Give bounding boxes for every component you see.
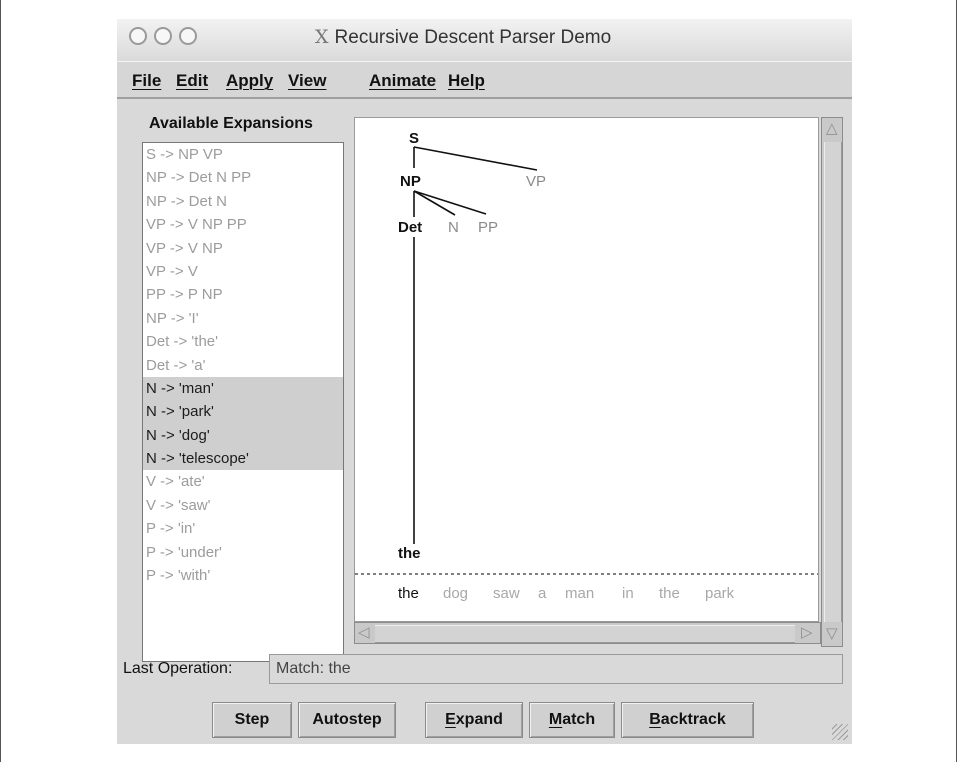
node-the[interactable]: the <box>398 545 421 562</box>
expansion-item[interactable]: P -> 'in' <box>143 517 343 540</box>
node-vp[interactable]: VP <box>526 173 546 190</box>
expansion-item[interactable]: V -> 'saw' <box>143 494 343 517</box>
scroll-down-arrow-icon[interactable]: ▽ <box>826 626 838 641</box>
sentence-word: in <box>622 585 634 602</box>
scroll-left-arrow-icon[interactable]: ◁ <box>358 625 370 640</box>
backtrack-mnemonic: B <box>649 711 661 728</box>
expansion-item[interactable]: N -> 'dog' <box>143 423 343 448</box>
menu-help[interactable]: Help <box>448 71 485 91</box>
expansion-item[interactable]: V -> 'ate' <box>143 470 343 493</box>
sentence-words: the dog saw a man in the park <box>398 585 735 602</box>
horizontal-scroll-thumb[interactable] <box>375 625 795 643</box>
expansion-item[interactable]: Det -> 'the' <box>143 330 343 353</box>
close-window-icon[interactable] <box>129 27 147 45</box>
expansion-item[interactable]: N -> 'telescope' <box>143 447 343 471</box>
expansion-item[interactable]: P -> 'under' <box>143 541 343 564</box>
vertical-scroll-thumb[interactable] <box>824 142 842 622</box>
node-pp[interactable]: PP <box>478 219 498 236</box>
expansions-list[interactable]: S -> NP VP NP -> Det N PP NP -> Det N VP ->… <box>142 142 344 662</box>
scroll-right-arrow-icon[interactable]: ▷ <box>801 625 813 640</box>
last-operation-label: Last Operation: <box>123 660 233 677</box>
node-det[interactable]: Det <box>398 219 422 236</box>
menu-view[interactable]: View <box>288 71 326 91</box>
match-button-label: Match <box>548 711 596 728</box>
x11-app-icon: X <box>315 26 329 48</box>
autostep-button[interactable]: Autostep <box>298 702 396 738</box>
backtrack-button[interactable]: Backtrack <box>621 702 754 738</box>
menu-edit[interactable]: Edit <box>176 71 208 91</box>
menu-file[interactable]: File <box>132 71 161 91</box>
parse-tree-canvas[interactable]: S NP VP Det N PP the the dog saw a man in the p… <box>354 117 819 622</box>
edge-s-vp <box>413 146 538 171</box>
menu-bar: File Edit Apply View Animate Help <box>117 61 852 99</box>
edge-np-n <box>413 190 456 216</box>
backtrack-button-label: Backtrack <box>649 711 726 728</box>
node-np[interactable]: NP <box>400 173 421 190</box>
expansion-item[interactable]: N -> 'park' <box>143 400 343 424</box>
expansion-item[interactable]: NP -> Det N <box>143 190 343 213</box>
node-s[interactable]: S <box>409 130 419 147</box>
node-n[interactable]: N <box>448 219 459 236</box>
sentence-word: the <box>659 585 680 602</box>
last-operation-field: Match: the <box>269 654 843 684</box>
expand-button-label: Expand <box>445 711 503 728</box>
match-button[interactable]: Match <box>529 702 615 738</box>
sentence-word: man <box>565 585 594 602</box>
expansion-item[interactable]: NP -> 'I' <box>143 307 343 330</box>
vertical-scrollbar[interactable]: △ ▽ <box>821 117 843 647</box>
autostep-button-label: Autostep <box>312 711 382 728</box>
expansion-item[interactable]: Det -> 'a' <box>143 354 343 377</box>
page-frame-top <box>0 0 1 762</box>
sentence-word: dog <box>443 585 468 602</box>
parse-tree-svg: S NP VP Det N PP the the dog saw a man in the p… <box>355 130 818 602</box>
expansions-title: Available Expansions <box>149 115 313 132</box>
expansion-item[interactable]: S -> NP VP <box>143 143 343 166</box>
step-button[interactable]: Step <box>212 702 292 738</box>
resize-grip-icon[interactable] <box>832 724 848 740</box>
expansion-item[interactable]: VP -> V NP <box>143 237 343 260</box>
zoom-window-icon[interactable] <box>179 27 197 45</box>
sentence-word: the <box>398 585 419 602</box>
title-bar[interactable]: X Recursive Descent Parser Demo <box>117 19 852 61</box>
expansion-item[interactable]: N -> 'man' <box>143 376 343 401</box>
scroll-up-arrow-icon[interactable]: △ <box>826 121 838 136</box>
expansion-item[interactable]: P -> 'with' <box>143 564 343 587</box>
edge-np-pp <box>413 190 487 215</box>
window-title-text: Recursive Descent Parser Demo <box>334 27 612 48</box>
minimize-window-icon[interactable] <box>154 27 172 45</box>
horizontal-scrollbar[interactable]: ◁ ▷ <box>354 622 821 644</box>
expansion-item[interactable]: VP -> V <box>143 260 343 283</box>
window-title: X Recursive Descent Parser Demo <box>315 26 611 49</box>
match-mnemonic: M <box>548 711 563 728</box>
sentence-word: park <box>705 585 735 602</box>
expansion-item[interactable]: PP -> P NP <box>143 283 343 306</box>
sentence-word: a <box>538 585 547 602</box>
app-window: X Recursive Descent Parser Demo File Edit… <box>117 19 852 744</box>
expand-mnemonic: E <box>445 711 456 728</box>
expand-button[interactable]: Expand <box>425 702 523 738</box>
expansion-item[interactable]: VP -> V NP PP <box>143 213 343 236</box>
step-button-label: Step <box>234 711 270 728</box>
sentence-word: saw <box>493 585 520 602</box>
menu-apply[interactable]: Apply <box>226 71 273 91</box>
menu-animate[interactable]: Animate <box>369 71 436 91</box>
expansion-item[interactable]: NP -> Det N PP <box>143 166 343 189</box>
